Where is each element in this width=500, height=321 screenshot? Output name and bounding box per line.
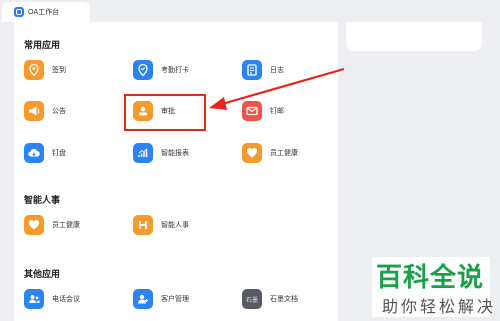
app-label: 日志 — [270, 67, 284, 74]
section-title-other: 其他应用 — [24, 269, 61, 279]
app-label: 员工健康 — [270, 150, 298, 157]
app-hr-health[interactable]: 员工健康 — [24, 215, 80, 235]
app-sign-in[interactable]: 签到 — [24, 60, 66, 80]
section-title-common: 常用应用 — [24, 40, 61, 50]
customer-icon — [133, 289, 153, 309]
app-journal[interactable]: 日志 — [242, 60, 284, 80]
app-label: 考勤打卡 — [161, 67, 189, 74]
app-mail[interactable]: 钉邮 — [242, 101, 284, 121]
app-drive[interactable]: 钉盘 — [24, 143, 66, 163]
approval-highlight-box — [124, 94, 206, 131]
heart-icon — [242, 143, 262, 163]
app-report[interactable]: 智能报表 — [133, 143, 189, 163]
app-label: 客户管理 — [161, 296, 189, 303]
section-title-hr: 智能人事 — [24, 195, 61, 205]
watermark: 百科全说 助你轻松解决 — [372, 257, 493, 317]
journal-icon — [242, 60, 262, 80]
app-notice[interactable]: 公告 — [24, 101, 66, 121]
oa-logo-icon — [14, 7, 24, 17]
tab-title: OA工作台 — [28, 9, 60, 16]
app-crm[interactable]: 客户管理 — [133, 289, 189, 309]
smart-hr-icon — [133, 215, 153, 235]
app-smart-hr[interactable]: 智能人事 — [133, 215, 189, 235]
app-label: 智能人事 — [161, 222, 189, 229]
app-label: 钉盘 — [52, 150, 66, 157]
app-label: 签到 — [52, 67, 66, 74]
app-attendance[interactable]: 考勤打卡 — [133, 60, 189, 80]
app-label: 智能报表 — [161, 150, 189, 157]
cloud-drive-icon — [24, 143, 44, 163]
watermark-subtitle: 助你轻松解决 — [382, 299, 497, 316]
app-label: 石墨文档 — [270, 296, 298, 303]
heart-icon — [24, 215, 44, 235]
oa-workbench-tab[interactable]: OA工作台 — [2, 2, 90, 22]
app-conference[interactable]: 电话会议 — [24, 289, 80, 309]
app-label: 公告 — [52, 108, 66, 115]
checkin-pin-icon — [133, 60, 153, 80]
bar-chart-icon — [133, 143, 153, 163]
mail-icon — [242, 101, 262, 121]
shimo-doc-icon: 石墨 — [242, 289, 262, 309]
app-health[interactable]: 员工健康 — [242, 143, 298, 163]
megaphone-icon — [24, 101, 44, 121]
app-label: 员工健康 — [52, 222, 80, 229]
app-label: 电话会议 — [52, 296, 80, 303]
app-label: 钉邮 — [270, 108, 284, 115]
location-pin-icon — [24, 60, 44, 80]
people-icon — [24, 289, 44, 309]
app-doc[interactable]: 石墨 石墨文档 — [242, 289, 298, 309]
watermark-title: 百科全说 — [376, 262, 485, 292]
right-panel — [346, 22, 482, 51]
